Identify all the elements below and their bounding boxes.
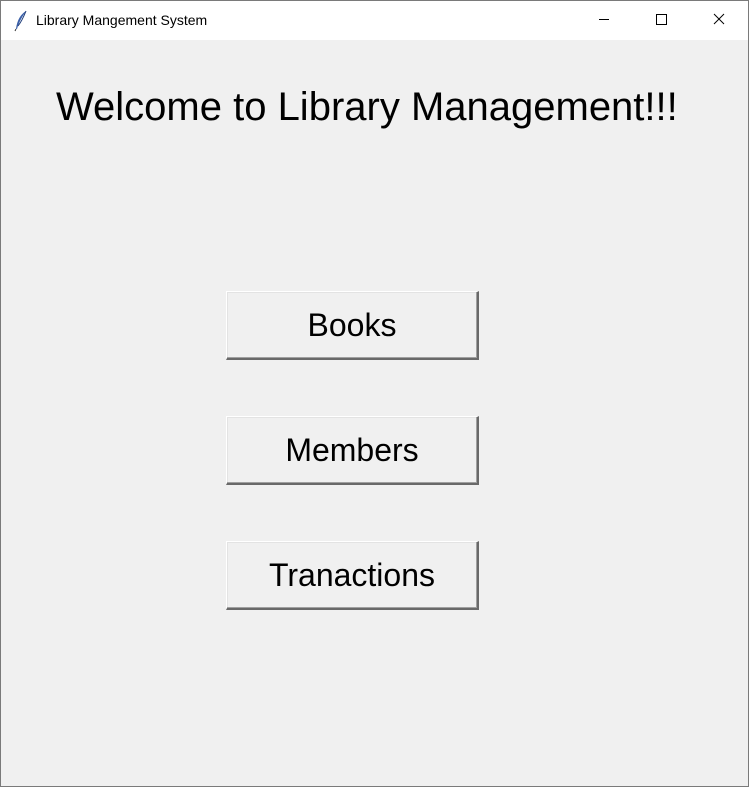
minimize-icon [598,12,610,30]
main-content: Welcome to Library Management!!! Books M… [1,40,748,786]
maximize-button[interactable] [638,1,684,40]
welcome-heading: Welcome to Library Management!!! [56,85,678,129]
transactions-button[interactable]: Tranactions [226,541,479,610]
close-button[interactable] [696,1,742,40]
app-window: Library Mangement System Welcome to Libr… [0,0,749,787]
close-icon [713,12,725,30]
members-button[interactable]: Members [226,416,479,485]
feather-icon [13,10,29,32]
books-button[interactable]: Books [226,291,479,360]
maximize-icon [655,12,667,30]
title-bar[interactable]: Library Mangement System [1,1,748,40]
window-title: Library Mangement System [36,12,208,28]
minimize-button[interactable] [581,1,627,40]
